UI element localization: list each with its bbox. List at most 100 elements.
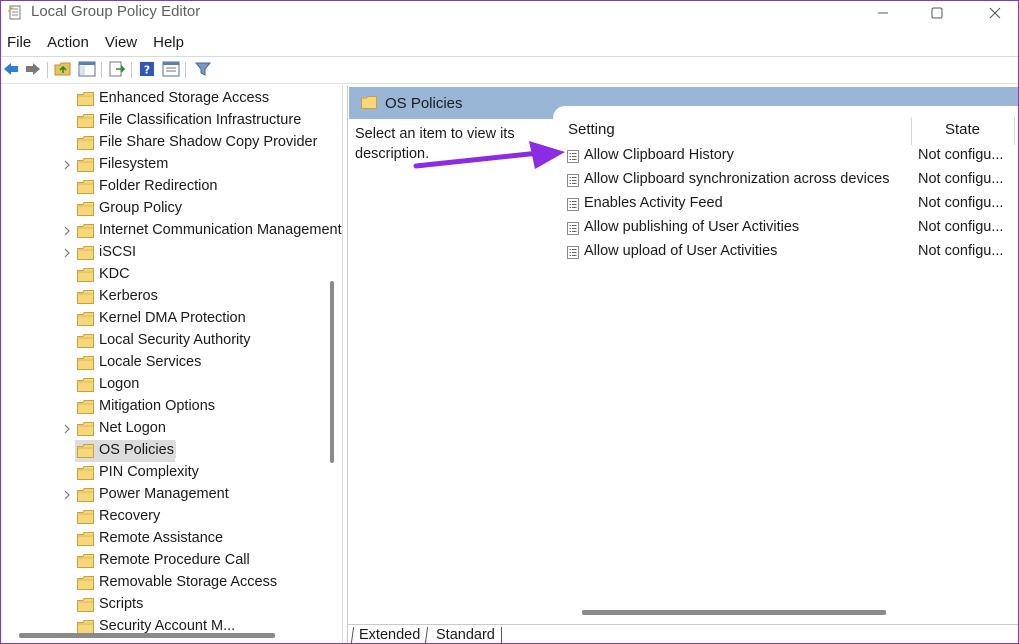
tree-item[interactable]: KDC [1,264,331,286]
tree-item-label: Scripts [99,596,144,612]
tree-item-label: Internet Communication Management [99,222,342,238]
folder-icon [77,202,94,216]
properties-icon[interactable] [161,59,181,79]
folder-icon [77,444,94,458]
column-header-setting[interactable]: Setting [568,121,615,138]
setting-row[interactable]: Enables Activity Feed Not configu... [553,192,1018,216]
chevron-right-icon[interactable] [61,246,73,260]
setting-row[interactable]: Allow publishing of User Activities Not c… [553,216,1018,240]
folder-icon [77,114,94,128]
help-icon[interactable]: ? [137,59,157,79]
title-bar: Local Group Policy Editor [1,1,1018,27]
tree-item[interactable]: Remote Assistance [1,528,331,550]
tree-item-label: File Share Shadow Copy Provider [99,134,318,150]
setting-row[interactable]: Allow Clipboard synchronization across d… [553,168,1018,192]
tree-item[interactable]: Filesystem [1,154,331,176]
setting-row[interactable]: Allow Clipboard History Not configu... [553,144,1018,168]
chevron-right-icon[interactable] [61,488,73,502]
menu-action[interactable]: Action [41,32,96,56]
chevron-right-icon[interactable] [61,158,73,172]
column-header-state[interactable]: State [945,121,980,138]
tree-item[interactable]: Kerberos [1,286,331,308]
folder-icon [77,158,94,172]
tree-item[interactable]: Mitigation Options [1,396,331,418]
tree-item-label: Enhanced Storage Access [99,90,270,106]
tree-vertical-scrollbar[interactable] [330,281,334,463]
folder-icon [77,488,94,502]
setting-row[interactable]: Allow upload of User Activities Not confi… [553,240,1018,264]
tree-item[interactable]: Power Management [1,484,331,506]
export-list-icon[interactable] [107,59,127,79]
folder-icon [77,356,94,370]
tree-horizontal-scrollbar[interactable] [19,633,275,638]
tree-item-label: iSCSI [99,244,137,260]
menu-view[interactable]: View [99,32,144,56]
tree-item[interactable]: File Classification Infrastructure [1,110,331,132]
tree-item-label: Kernel DMA Protection [99,310,246,326]
policy-setting-icon [567,222,579,235]
tree-item-label: KDC [99,266,130,282]
setting-state: Not configu... [918,219,1004,235]
setting-state: Not configu... [918,195,1004,211]
tree-item[interactable]: iSCSI [1,242,331,264]
setting-name: Allow Clipboard synchronization across d… [584,171,890,187]
tree-item-label: Group Policy [99,200,183,216]
setting-state: Not configu... [918,147,1004,163]
tree-item[interactable]: OS Policies [1,440,331,462]
policy-setting-icon [567,198,579,211]
maximize-button[interactable] [914,1,960,25]
tree-item[interactable]: Internet Communication Management [1,220,342,242]
tree-item-label: Kerberos [99,288,158,304]
setting-name: Enables Activity Feed [584,195,723,211]
tree-item[interactable]: PIN Complexity [1,462,331,484]
tree-item-label: Recovery [99,508,161,524]
folder-icon [77,620,94,634]
tab-standard[interactable]: Standard [430,627,502,643]
forward-icon[interactable] [23,59,43,79]
menu-help[interactable]: Help [147,32,191,56]
tree-item[interactable]: Enhanced Storage Access [1,88,331,110]
minimize-button[interactable] [860,1,906,25]
tree-item[interactable]: Group Policy [1,198,331,220]
tree-item-label: Folder Redirection [99,178,218,194]
tree-item[interactable]: Recovery [1,506,331,528]
tree-item-label: Logon [99,376,140,392]
tree-item[interactable]: Net Logon [1,418,331,440]
tree-item[interactable]: Logon [1,374,331,396]
tree-item[interactable]: Remote Procedure Call [1,550,331,572]
setting-name: Allow Clipboard History [584,147,734,163]
toolbar-divider [131,62,132,78]
svg-text:?: ? [144,64,150,77]
tree-item[interactable]: File Share Shadow Copy Provider [1,132,331,154]
console-tree: Enhanced Storage Access File Classificati… [1,85,343,643]
folder-icon [77,598,94,612]
up-folder-icon[interactable] [53,59,73,79]
column-divider[interactable] [911,117,912,145]
menu-file[interactable]: File [1,32,38,56]
toolbar-divider-line [1,83,1018,84]
list-header: Setting State [553,117,1018,145]
show-hide-console-tree-icon[interactable] [77,59,97,79]
folder-icon [77,92,94,106]
tree-item[interactable]: Scripts [1,594,331,616]
chevron-right-icon[interactable] [61,422,73,436]
tree-item[interactable]: Folder Redirection [1,176,331,198]
annotation-arrow [413,141,565,169]
setting-name: Allow publishing of User Activities [584,219,800,235]
list-horizontal-scrollbar[interactable] [582,610,886,615]
menu-divider [1,56,1018,57]
filter-icon[interactable] [193,59,213,79]
tree-item-label: Remote Assistance [99,530,224,546]
chevron-right-icon[interactable] [61,224,73,238]
tree-item-label: Remote Procedure Call [99,552,250,568]
tree-item[interactable]: Locale Services [1,352,331,374]
tree-item[interactable]: Kernel DMA Protection [1,308,331,330]
back-icon[interactable] [1,59,21,79]
tree-item[interactable]: Local Security Authority [1,330,331,352]
tree-item[interactable]: Removable Storage Access [1,572,331,594]
tree-item-label: Filesystem [99,156,169,172]
close-button[interactable] [972,1,1018,25]
toolbar-divider [185,62,186,78]
tab-extended[interactable]: Extended [350,627,429,643]
column-divider[interactable] [1014,117,1015,145]
